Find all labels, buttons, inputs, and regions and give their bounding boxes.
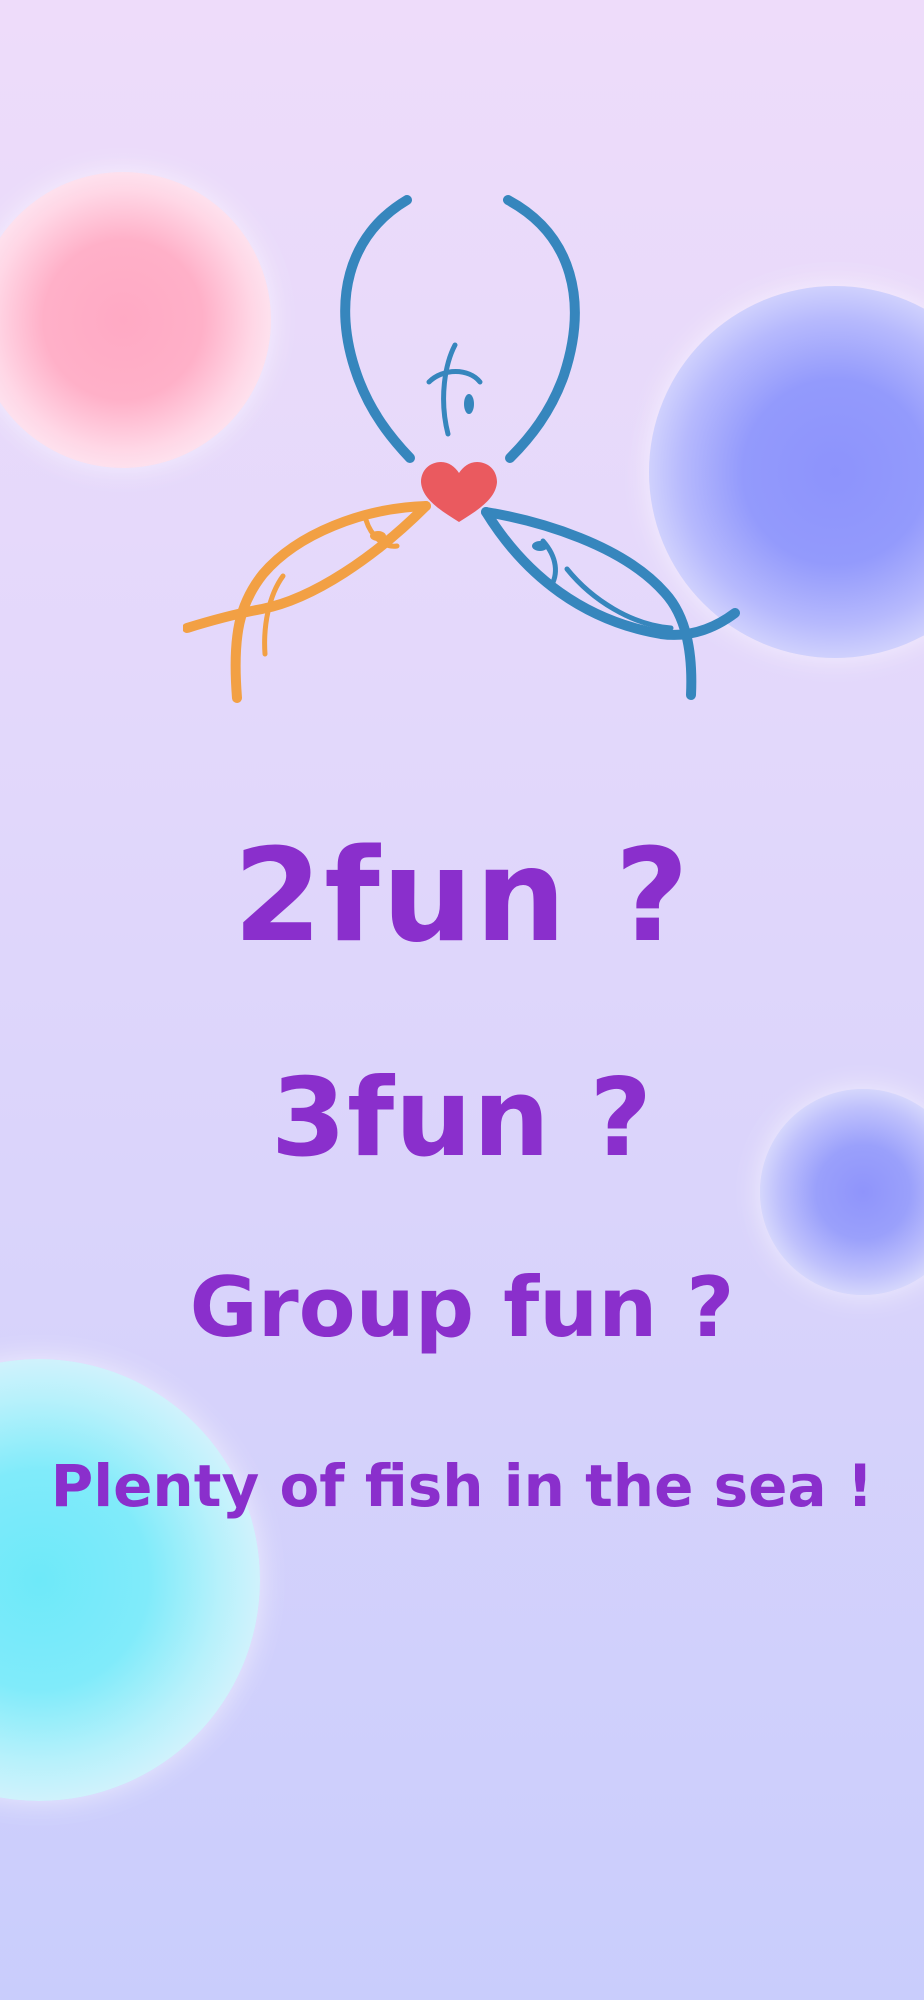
right-fish-icon (481, 507, 740, 700)
tagline-plenty-of-fish: Plenty of fish in the sea ! (50, 1452, 874, 1520)
three-fish-heart-logo-icon (183, 195, 740, 703)
onboarding-screen: 2fun ? 3fun ? Group fun ? Plenty of fish… (0, 0, 924, 2000)
headline-group-fun: Group fun ? (189, 1259, 735, 1356)
top-fish-icon (340, 195, 580, 463)
cyan-bubble-decoration (0, 1359, 260, 1801)
headline-3fun: 3fun ? (270, 1056, 654, 1181)
left-fish-icon (183, 501, 431, 703)
headline-2fun: 2fun ? (233, 822, 691, 971)
